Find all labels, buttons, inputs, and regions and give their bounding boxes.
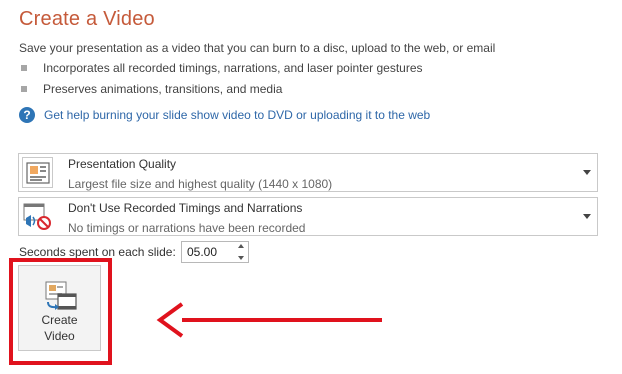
presentation-quality-icon bbox=[22, 157, 53, 188]
feature-item: Incorporates all recorded timings, narra… bbox=[21, 61, 423, 75]
spin-down-icon[interactable] bbox=[238, 256, 244, 260]
feature-item: Preserves animations, transitions, and m… bbox=[21, 82, 282, 96]
no-timings-narrations-icon bbox=[22, 201, 53, 232]
page-description: Save your presentation as a video that y… bbox=[19, 41, 496, 55]
timings-narrations-dropdown[interactable]: Don't Use Recorded Timings and Narration… bbox=[18, 197, 598, 236]
dropdown-selected-value: Presentation Quality bbox=[68, 157, 177, 171]
seconds-value[interactable]: 05.00 bbox=[187, 245, 217, 259]
help-icon[interactable]: ? bbox=[19, 107, 35, 123]
dropdown-description: No timings or narrations have been recor… bbox=[68, 221, 306, 235]
feature-text: Preserves animations, transitions, and m… bbox=[43, 82, 283, 96]
pointer-arrow bbox=[156, 302, 382, 338]
page-title: Create a Video bbox=[19, 8, 155, 30]
feature-text: Incorporates all recorded timings, narra… bbox=[43, 61, 423, 75]
spin-up-icon[interactable] bbox=[238, 244, 244, 248]
chevron-down-icon[interactable] bbox=[583, 170, 591, 175]
highlight-box bbox=[9, 258, 112, 365]
dropdown-selected-value: Don't Use Recorded Timings and Narration… bbox=[68, 201, 303, 215]
dropdown-description: Largest file size and highest quality (1… bbox=[68, 177, 333, 191]
bullet-icon bbox=[21, 65, 27, 71]
seconds-per-slide-input[interactable]: 05.00 bbox=[181, 241, 249, 263]
presentation-quality-dropdown[interactable]: Presentation Quality Largest file size a… bbox=[18, 153, 598, 192]
help-link-row[interactable]: ? Get help burning your slide show video… bbox=[19, 107, 430, 123]
seconds-per-slide-label: Seconds spent on each slide: bbox=[19, 245, 176, 259]
bullet-icon bbox=[21, 86, 27, 92]
help-link[interactable]: Get help burning your slide show video t… bbox=[44, 108, 430, 122]
chevron-down-icon[interactable] bbox=[583, 214, 591, 219]
